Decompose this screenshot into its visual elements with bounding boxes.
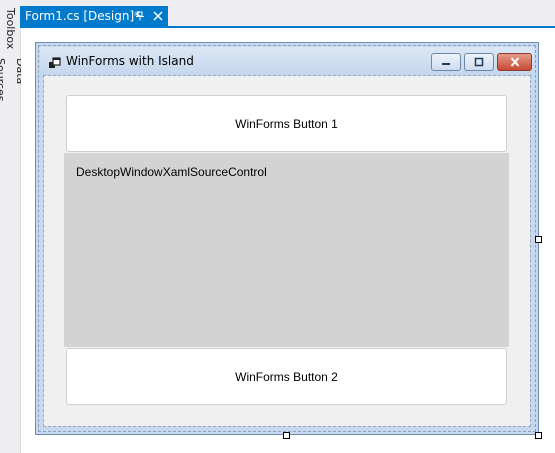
toolbox-tab[interactable]: Toolbox xyxy=(0,6,20,52)
form-title-bar[interactable]: WinForms with Island xyxy=(40,47,534,77)
winforms-button-1[interactable]: WinForms Button 1 xyxy=(66,95,507,152)
tab-title: Form1.cs [Design]* xyxy=(25,9,141,23)
data-sources-tab[interactable]: Data Sources xyxy=(0,58,27,130)
window-title: WinForms with Island xyxy=(66,54,194,68)
side-tool-strip: Toolbox Data Sources xyxy=(0,0,27,453)
minimize-button[interactable] xyxy=(431,53,461,71)
resize-handle-right[interactable] xyxy=(535,236,542,243)
winforms-button-1-label: WinForms Button 1 xyxy=(235,116,338,131)
resize-handle-bottom-right[interactable] xyxy=(535,432,542,439)
desktop-window-xaml-source-control[interactable]: DesktopWindowXamlSourceControl xyxy=(64,153,509,347)
resize-handle-bottom[interactable] xyxy=(283,432,290,439)
maximize-icon xyxy=(474,57,484,67)
maximize-button[interactable] xyxy=(464,53,494,71)
close-window-button[interactable] xyxy=(497,53,532,71)
close-icon[interactable] xyxy=(151,6,165,26)
document-tab-bar: Form1.cs [Design]* xyxy=(20,0,555,28)
toolbox-tab-label: Toolbox xyxy=(4,8,17,50)
winforms-button-2-label: WinForms Button 2 xyxy=(235,369,338,384)
winforms-button-2[interactable]: WinForms Button 2 xyxy=(66,348,507,405)
tab-form1-design[interactable]: Form1.cs [Design]* xyxy=(20,6,168,26)
close-window-icon xyxy=(510,57,519,67)
pin-icon[interactable] xyxy=(133,6,147,26)
window-app-icon xyxy=(48,55,62,69)
xaml-host-label: DesktopWindowXamlSourceControl xyxy=(76,165,267,179)
minimize-icon xyxy=(442,63,450,65)
